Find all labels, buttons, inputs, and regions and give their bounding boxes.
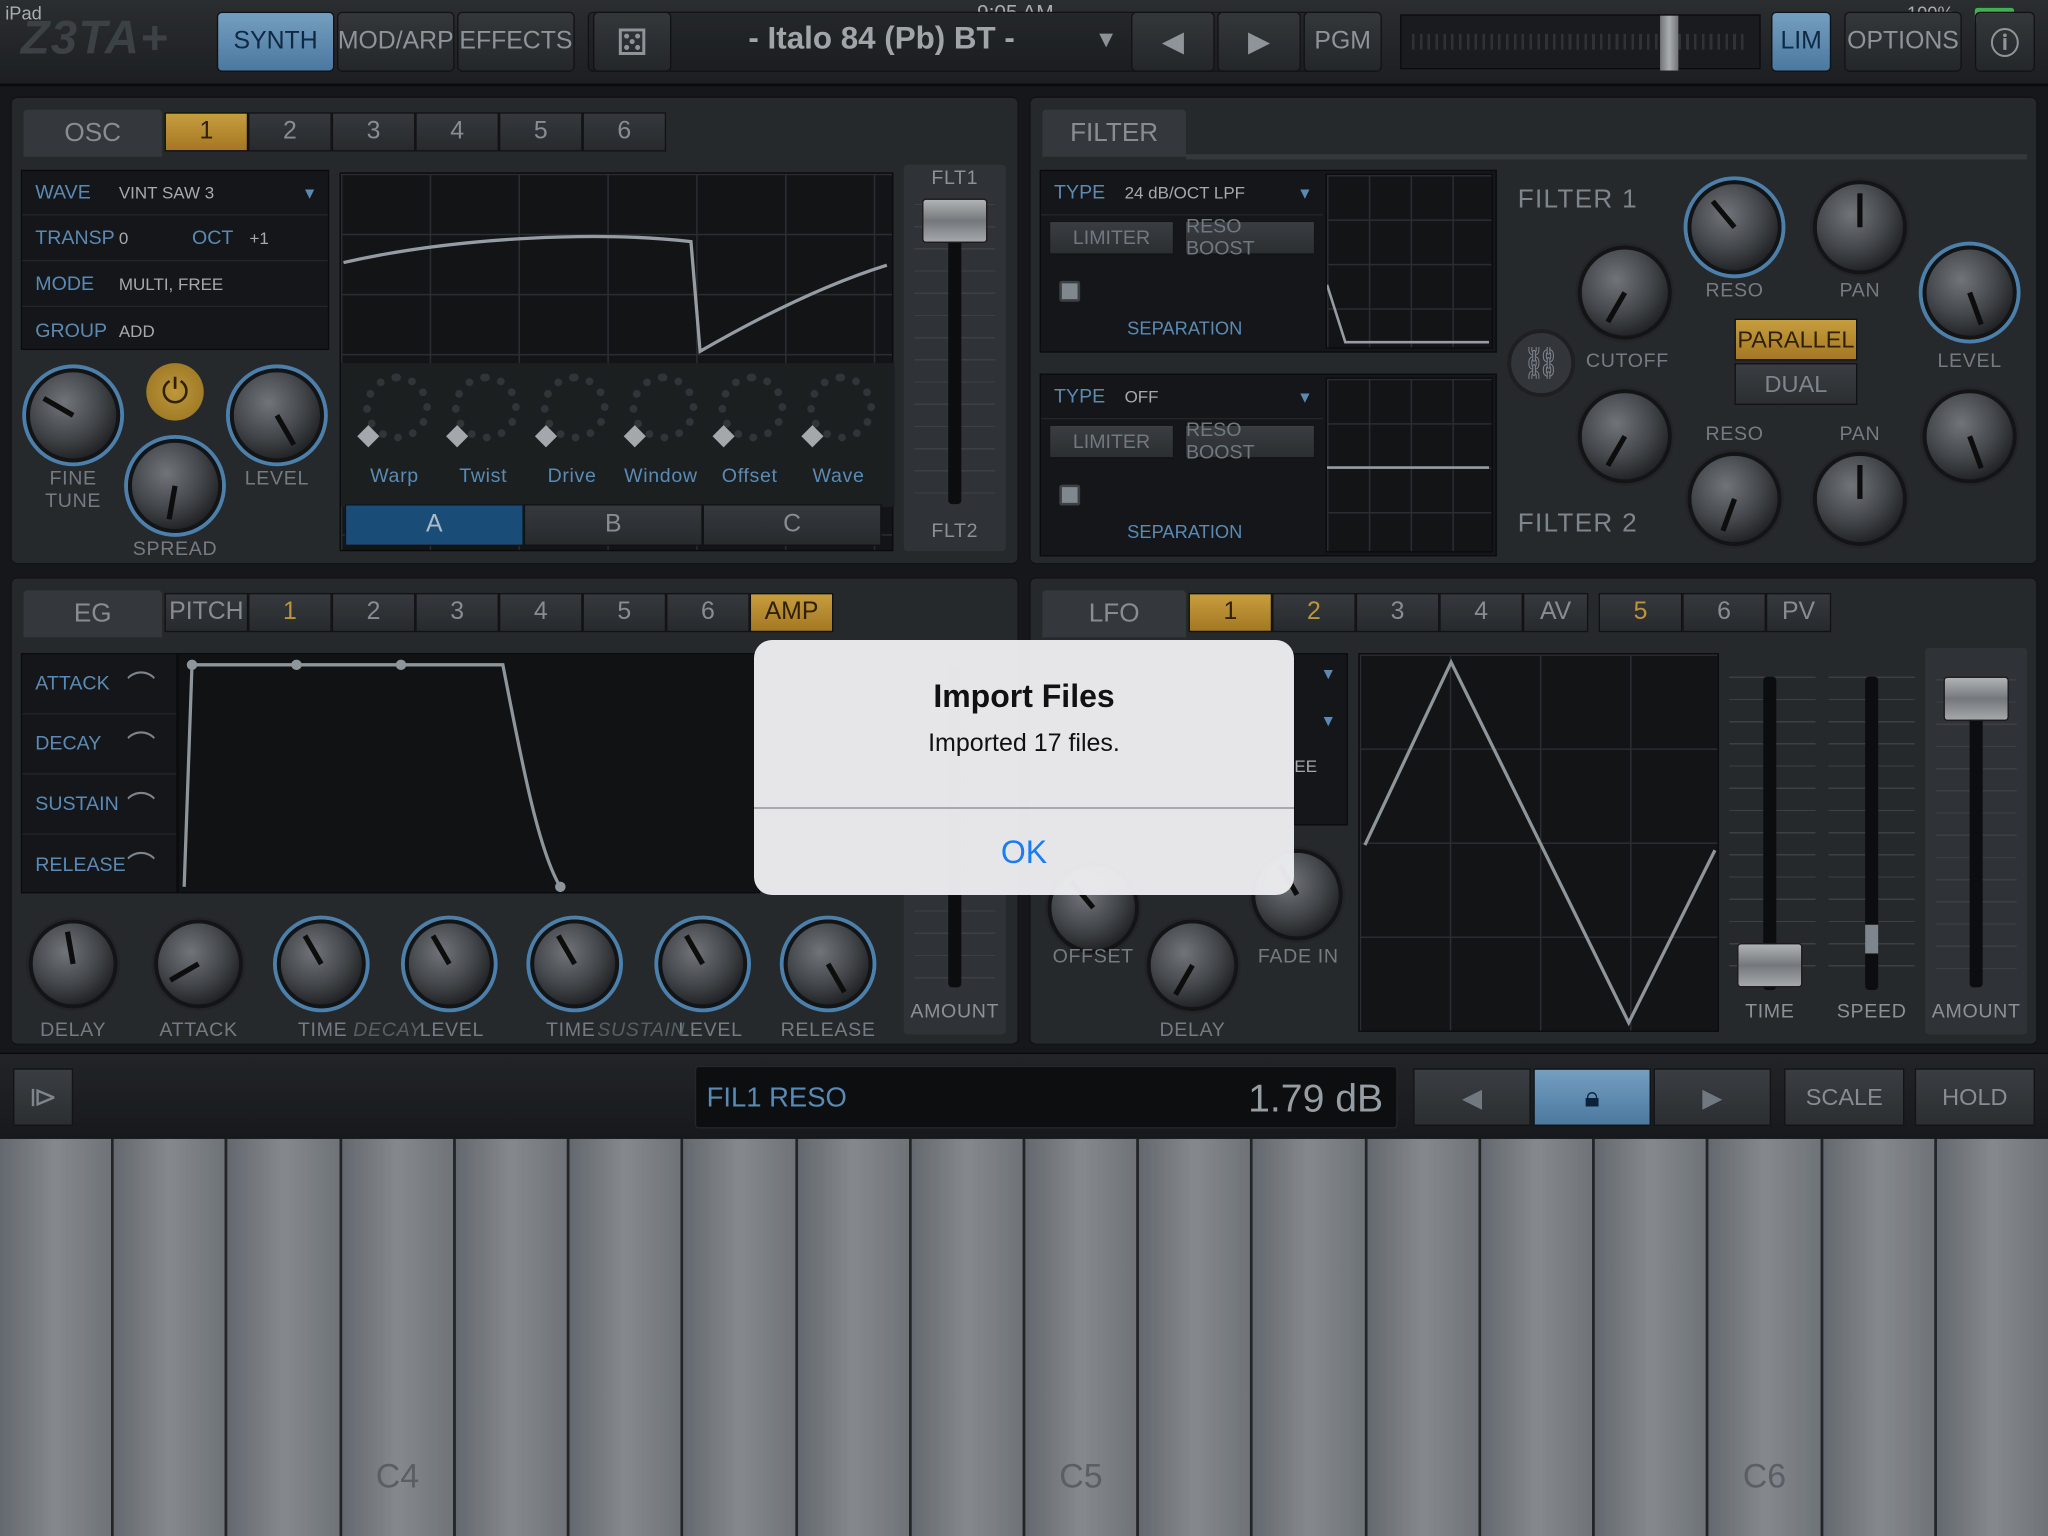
dialog-title: Import Files (933, 678, 1115, 714)
dialog-message: Imported 17 files. (928, 729, 1120, 757)
dialog-ok-button[interactable]: OK (754, 809, 1294, 895)
import-files-dialog: Import Files Imported 17 files. OK (754, 640, 1294, 895)
